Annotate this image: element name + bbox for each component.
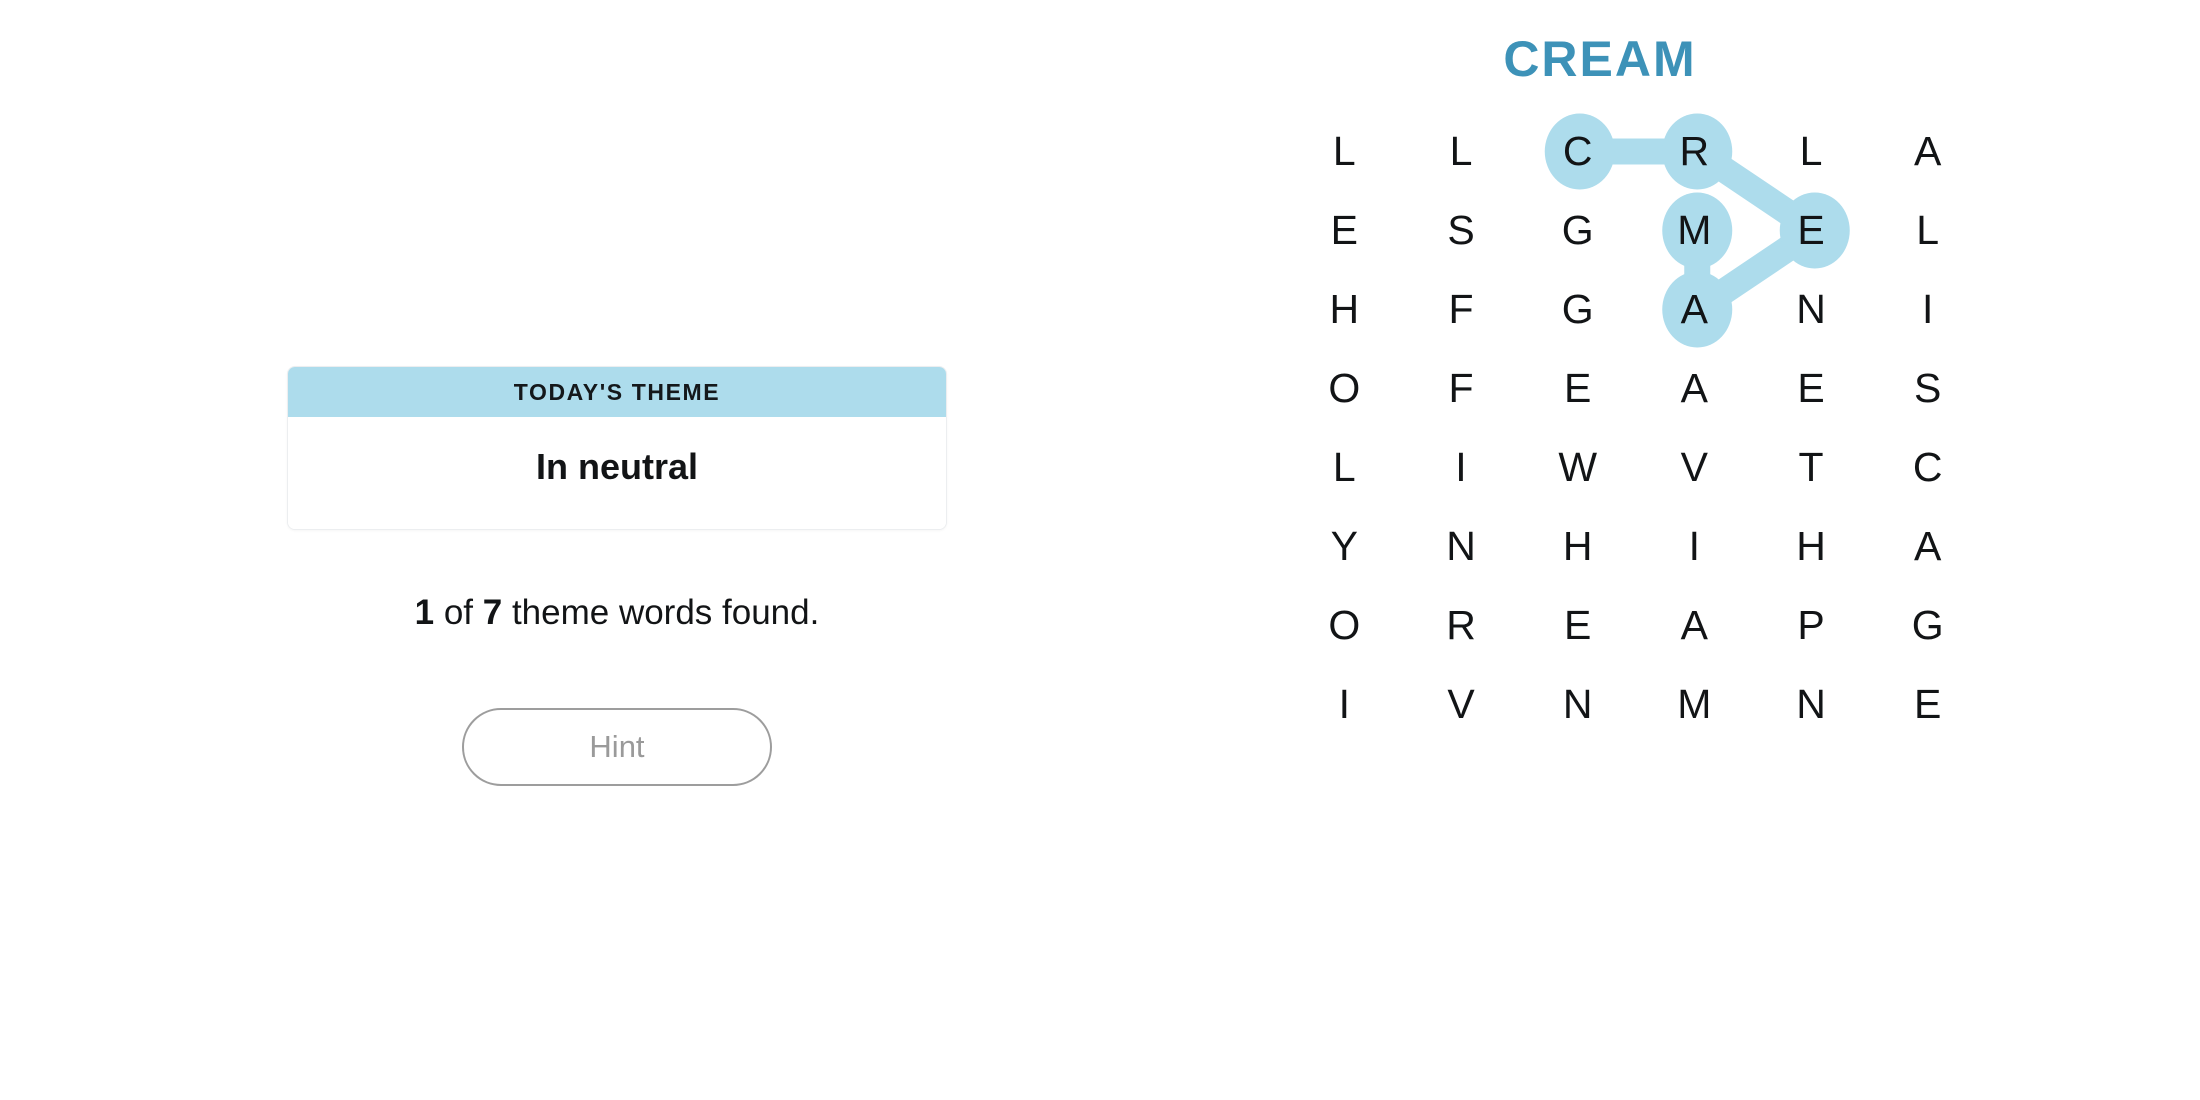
progress-suffix: theme words found. bbox=[502, 593, 820, 632]
grid-cell[interactable]: E bbox=[1753, 349, 1870, 428]
grid-cell[interactable]: L bbox=[1403, 112, 1520, 191]
grid-row: OFEAES bbox=[1286, 349, 1986, 428]
grid-cell[interactable]: H bbox=[1753, 507, 1870, 586]
grid-cell[interactable]: O bbox=[1286, 349, 1403, 428]
grid-cell[interactable]: I bbox=[1636, 507, 1753, 586]
found-count: 1 bbox=[414, 593, 435, 632]
theme-card: TODAY'S THEME In neutral bbox=[287, 366, 947, 530]
theme-card-header-label: TODAY'S THEME bbox=[288, 367, 946, 417]
grid-cell[interactable]: L bbox=[1286, 428, 1403, 507]
grid-cell[interactable]: H bbox=[1286, 270, 1403, 349]
grid-cell[interactable]: I bbox=[1403, 428, 1520, 507]
grid-cell[interactable]: L bbox=[1753, 112, 1870, 191]
grid-cell[interactable]: I bbox=[1869, 270, 1986, 349]
grid-cell[interactable]: P bbox=[1753, 586, 1870, 665]
grid-row: LIWVTC bbox=[1286, 428, 1986, 507]
grid-cell[interactable]: A bbox=[1869, 112, 1986, 191]
grid-cell[interactable]: V bbox=[1636, 428, 1753, 507]
grid-cell[interactable]: A bbox=[1636, 270, 1753, 349]
theme-card-body: In neutral bbox=[288, 417, 946, 529]
grid-cell[interactable]: E bbox=[1869, 665, 1986, 744]
grid-cell[interactable]: I bbox=[1286, 665, 1403, 744]
total-count: 7 bbox=[482, 593, 503, 632]
grid-cell[interactable]: A bbox=[1636, 586, 1753, 665]
grid-cell[interactable]: C bbox=[1869, 428, 1986, 507]
grid-cell[interactable]: G bbox=[1519, 270, 1636, 349]
grid-cell[interactable]: Y bbox=[1286, 507, 1403, 586]
grid-cell[interactable]: F bbox=[1403, 349, 1520, 428]
grid-row: YNHIHA bbox=[1286, 507, 1986, 586]
grid-cell[interactable]: F bbox=[1403, 270, 1520, 349]
grid-cell[interactable]: R bbox=[1636, 112, 1753, 191]
grid-cell[interactable]: M bbox=[1636, 665, 1753, 744]
found-word-title: CREAM bbox=[1503, 31, 1697, 87]
grid-cell[interactable]: A bbox=[1869, 507, 1986, 586]
letter-grid[interactable]: LLCRLAESGMELHFGANIOFEAESLIWVTCYNHIHAOREA… bbox=[1286, 112, 1986, 772]
grid-cell[interactable]: E bbox=[1286, 191, 1403, 270]
grid-cell[interactable]: H bbox=[1519, 507, 1636, 586]
grid-cell[interactable]: S bbox=[1869, 349, 1986, 428]
grid-cell[interactable]: E bbox=[1519, 349, 1636, 428]
grid-cell[interactable]: L bbox=[1869, 191, 1986, 270]
grid-row: LLCRLA bbox=[1286, 112, 1986, 191]
puzzle-panel: CREAM LLCRLAESGMELHFGANIOFEAESLIWVTCYNHI… bbox=[1230, 0, 2200, 1100]
theme-text: In neutral bbox=[535, 446, 699, 487]
grid-cell[interactable]: M bbox=[1636, 191, 1753, 270]
grid-cell[interactable]: N bbox=[1753, 665, 1870, 744]
hint-button[interactable]: Hint bbox=[462, 708, 772, 786]
grid-row: OREAPG bbox=[1286, 586, 1986, 665]
progress-status-text: 1 of 7 theme words found. bbox=[287, 592, 947, 634]
grid-cell[interactable]: R bbox=[1403, 586, 1520, 665]
grid-cell[interactable]: S bbox=[1403, 191, 1520, 270]
grid-cell[interactable]: A bbox=[1636, 349, 1753, 428]
grid-row: HFGANI bbox=[1286, 270, 1986, 349]
grid-row: IVNMNE bbox=[1286, 665, 1986, 744]
letter-grid-letters: LLCRLAESGMELHFGANIOFEAESLIWVTCYNHIHAOREA… bbox=[1286, 112, 1986, 772]
grid-cell[interactable]: G bbox=[1519, 191, 1636, 270]
grid-cell[interactable]: V bbox=[1403, 665, 1520, 744]
grid-cell[interactable]: G bbox=[1869, 586, 1986, 665]
grid-row: ESGMEL bbox=[1286, 191, 1986, 270]
grid-cell[interactable]: N bbox=[1519, 665, 1636, 744]
grid-cell[interactable]: W bbox=[1519, 428, 1636, 507]
grid-cell[interactable]: L bbox=[1286, 112, 1403, 191]
info-panel: TODAY'S THEME In neutral 1 of 7 theme wo… bbox=[0, 0, 1230, 1100]
word-search-app: TODAY'S THEME In neutral 1 of 7 theme wo… bbox=[0, 0, 2200, 1100]
grid-cell[interactable]: O bbox=[1286, 586, 1403, 665]
grid-cell[interactable]: E bbox=[1519, 586, 1636, 665]
grid-cell[interactable]: N bbox=[1753, 270, 1870, 349]
progress-connector: of bbox=[434, 593, 483, 632]
grid-cell[interactable]: T bbox=[1753, 428, 1870, 507]
grid-cell[interactable]: C bbox=[1519, 112, 1636, 191]
grid-cell[interactable]: E bbox=[1753, 191, 1870, 270]
grid-cell[interactable]: N bbox=[1403, 507, 1520, 586]
